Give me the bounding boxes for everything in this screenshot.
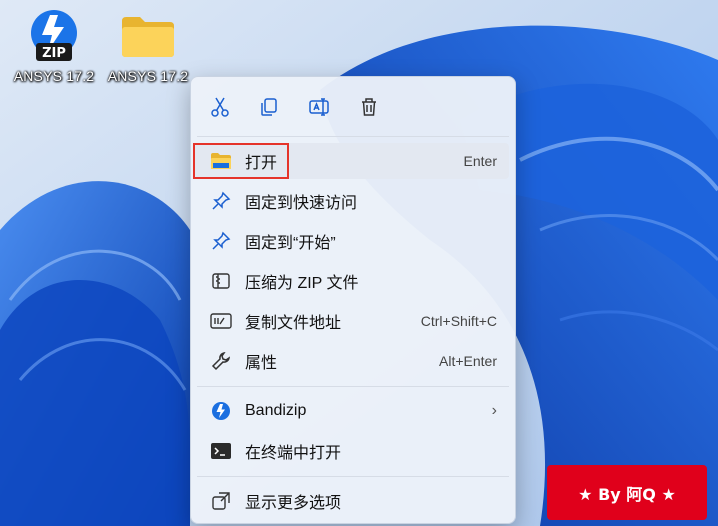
zip-archive-icon bbox=[207, 269, 235, 293]
watermark-text: ★ By 阿Q ★ bbox=[578, 484, 676, 504]
menu-item-open-terminal[interactable]: 在终端中打开 bbox=[195, 433, 509, 469]
menu-item-pin-quick-access[interactable]: 固定到快速访问 bbox=[195, 183, 509, 219]
annotation-highlight-box bbox=[193, 143, 289, 179]
menu-item-compress-zip[interactable]: 压缩为 ZIP 文件 bbox=[195, 263, 509, 299]
menu-item-label: Bandizip bbox=[245, 402, 307, 419]
terminal-icon bbox=[207, 439, 235, 463]
menu-item-bandizip[interactable]: Bandizip › bbox=[195, 393, 509, 429]
menu-item-shortcut: Ctrl+Shift+C bbox=[420, 313, 497, 329]
pin-icon bbox=[207, 229, 235, 253]
menu-item-pin-start[interactable]: 固定到“开始” bbox=[195, 223, 509, 259]
pin-icon bbox=[207, 189, 235, 213]
menu-item-label: 显示更多选项 bbox=[245, 495, 342, 512]
menu-item-shortcut: Alt+Enter bbox=[439, 353, 497, 369]
menu-item-label: 固定到快速访问 bbox=[245, 195, 358, 212]
scissors-icon bbox=[211, 97, 229, 117]
watermark-badge: ★ By 阿Q ★ bbox=[547, 465, 707, 520]
bandizip-zip-file-icon: ZIP bbox=[31, 10, 77, 61]
wrench-icon bbox=[207, 349, 235, 373]
menu-item-properties[interactable]: 属性 Alt+Enter bbox=[195, 343, 509, 379]
rename-icon bbox=[309, 98, 329, 116]
menu-separator bbox=[197, 386, 509, 387]
bandizip-icon bbox=[207, 399, 235, 423]
desktop-icon-folder[interactable]: ANSYS 17.2 bbox=[100, 6, 196, 84]
chevron-right-icon: › bbox=[491, 402, 497, 419]
cut-button[interactable] bbox=[205, 93, 235, 121]
folder-icon bbox=[122, 17, 174, 57]
menu-item-label: 属性 bbox=[245, 355, 278, 372]
delete-button[interactable] bbox=[354, 93, 384, 121]
desktop-icon-label: ANSYS 17.2 bbox=[13, 68, 95, 84]
menu-separator bbox=[197, 136, 509, 137]
context-menu: 打开 Enter 固定到快速访问 固定到“开始” 压缩为 ZIP 文件 复制文件… bbox=[190, 76, 516, 524]
desktop-icon-label: ANSYS 17.2 bbox=[107, 68, 189, 84]
menu-item-label: 复制文件地址 bbox=[245, 315, 342, 332]
menu-item-label: 在终端中打开 bbox=[245, 445, 342, 462]
menu-separator bbox=[197, 476, 509, 477]
copy-icon bbox=[261, 98, 277, 116]
copy-button[interactable] bbox=[254, 93, 284, 121]
context-menu-toolbar bbox=[191, 77, 515, 137]
more-options-icon bbox=[207, 489, 235, 513]
copy-path-icon bbox=[207, 309, 235, 333]
svg-text:ZIP: ZIP bbox=[42, 46, 66, 61]
desktop-icon-zip[interactable]: ZIP ANSYS 17.2 bbox=[6, 6, 102, 84]
menu-item-copy-path[interactable]: 复制文件地址 Ctrl+Shift+C bbox=[195, 303, 509, 339]
menu-item-label: 固定到“开始” bbox=[245, 235, 336, 252]
menu-item-label: 压缩为 ZIP 文件 bbox=[245, 275, 359, 292]
menu-item-shortcut: Enter bbox=[463, 153, 497, 169]
rename-button[interactable] bbox=[304, 93, 334, 121]
trash-icon bbox=[362, 98, 376, 116]
menu-item-show-more-options[interactable]: 显示更多选项 bbox=[195, 483, 509, 519]
